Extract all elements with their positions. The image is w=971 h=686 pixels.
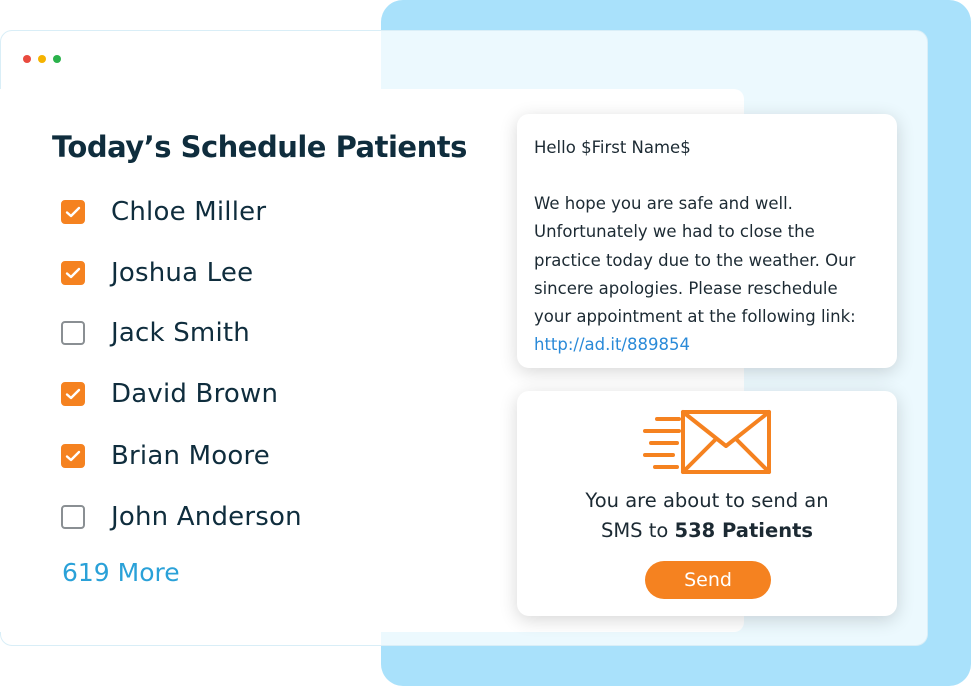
envelope-icon	[643, 410, 771, 474]
message-body-line: your appointment at the following link:	[534, 307, 856, 327]
close-window-dot[interactable]	[23, 55, 31, 63]
patient-item[interactable]: Chloe Miller	[61, 190, 266, 234]
patient-item[interactable]: Jack Smith	[61, 311, 250, 355]
checkmark-icon	[65, 267, 81, 279]
checkmark-icon	[65, 450, 81, 462]
message-body-line: sincere apologies. Please reschedule	[534, 278, 838, 298]
patient-item[interactable]: David Brown	[61, 372, 278, 416]
patient-checkbox[interactable]	[61, 382, 85, 406]
patient-name: Brian Moore	[111, 441, 270, 471]
patient-checkbox[interactable]	[61, 261, 85, 285]
reschedule-link[interactable]: http://ad.it/889854	[534, 331, 880, 359]
patient-checkbox[interactable]	[61, 321, 85, 345]
recipient-count: 538 Patients	[674, 519, 814, 542]
patient-checkbox[interactable]	[61, 505, 85, 529]
page-title: Today’s Schedule Patients	[52, 130, 467, 164]
message-greeting: Hello $First Name$	[534, 138, 691, 157]
minimize-window-dot[interactable]	[38, 55, 46, 63]
send-summary-line: You are about to send an	[585, 489, 829, 512]
patient-checkbox[interactable]	[61, 200, 85, 224]
patient-item[interactable]: John Anderson	[61, 495, 302, 539]
send-summary-prefix: SMS to	[600, 519, 675, 542]
patient-name: John Anderson	[111, 502, 302, 532]
patient-name: Joshua Lee	[111, 258, 254, 288]
checkmark-icon	[65, 206, 81, 218]
patient-item[interactable]: Brian Moore	[61, 434, 270, 478]
window-controls	[23, 55, 61, 63]
send-summary-line: SMS to 538 Patients	[517, 519, 897, 542]
send-confirmation-card: You are about to send an SMS to 538 Pati…	[517, 391, 897, 616]
message-body-line: Unfortunately we had to close the	[534, 222, 815, 242]
checkmark-icon	[65, 388, 81, 400]
send-button[interactable]: Send	[645, 561, 771, 599]
maximize-window-dot[interactable]	[53, 55, 61, 63]
message-body-line: We hope you are safe and well.	[534, 194, 793, 214]
patient-name: Jack Smith	[111, 318, 250, 348]
more-patients-link[interactable]: 619 More	[62, 558, 180, 587]
patient-item[interactable]: Joshua Lee	[61, 251, 253, 295]
message-body-line: practice today due to the weather. Our	[534, 250, 856, 270]
patient-checkbox[interactable]	[61, 444, 85, 468]
message-preview-card: Hello $First Name$ We hope you are safe …	[517, 114, 897, 368]
patient-name: David Brown	[111, 379, 279, 409]
patient-name: Chloe Miller	[111, 197, 267, 227]
